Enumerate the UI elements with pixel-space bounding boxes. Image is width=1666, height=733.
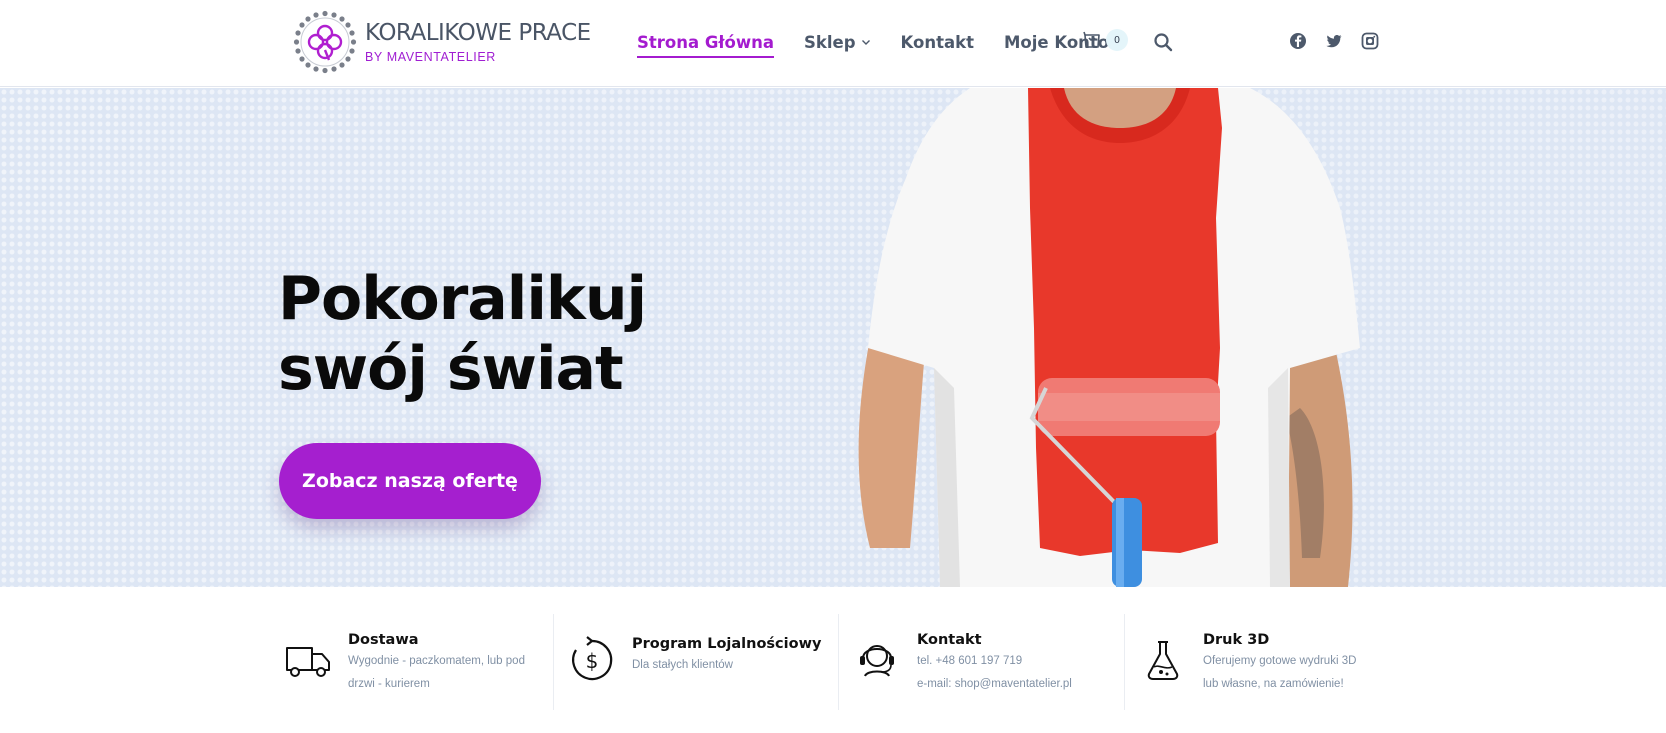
hero-banner: Pokoralikuj swój świat Zobacz naszą ofer…: [0, 88, 1666, 587]
cart-count-badge: 0: [1106, 29, 1128, 51]
search-icon[interactable]: [1153, 32, 1173, 52]
feature-desc-line: Wygodnie - paczkomatem, lub pod: [348, 655, 525, 667]
cart-button[interactable]: 0: [1082, 29, 1128, 51]
nav-item-shop[interactable]: Sklep: [804, 33, 871, 52]
twitter-icon[interactable]: [1325, 32, 1343, 50]
nav-item-contact[interactable]: Kontakt: [901, 33, 974, 52]
nav-label: Sklep: [804, 32, 856, 52]
logo-title: KORALIKOWE PRACE: [365, 20, 591, 46]
feature-desc-line: e-mail: shop@maventatelier.pl: [917, 678, 1072, 690]
see-offer-button[interactable]: Zobacz naszą ofertę: [279, 443, 541, 519]
feature-desc-line: Oferujemy gotowe wydruki 3D: [1203, 655, 1357, 667]
feature-title: Kontakt: [917, 632, 982, 648]
flask-icon: [1147, 641, 1179, 680]
feature-delivery: Dostawa Wygodnie - paczkomatem, lub pod …: [270, 614, 553, 710]
facebook-icon[interactable]: [1289, 32, 1307, 50]
main-nav: Strona Główna Sklep Kontakt Moje Konto: [637, 0, 1139, 84]
truck-icon: [286, 647, 330, 677]
nav-label: Strona Główna: [637, 32, 774, 52]
chevron-down-icon: [861, 40, 870, 45]
logo-beads-icon: [293, 10, 357, 74]
feature-desc-line: drzwi - kurierem: [348, 678, 430, 690]
nav-label: Kontakt: [900, 32, 974, 52]
hero-title-line-1: Pokoralikuj: [278, 264, 647, 334]
site-logo[interactable]: KORALIKOWE PRACE BY MAVENTATELIER: [293, 10, 591, 74]
nav-item-home[interactable]: Strona Główna: [637, 32, 774, 58]
instagram-icon[interactable]: [1361, 32, 1379, 50]
feature-title: Dostawa: [348, 632, 419, 648]
feature-desc-line: tel. +48 601 197 719: [917, 655, 1023, 667]
feature-contact: Kontakt tel. +48 601 197 719 e-mail: sho…: [838, 614, 1124, 710]
social-links: [1289, 32, 1397, 50]
hero-tshirt-image: [858, 88, 1360, 587]
cart-icon: [1083, 31, 1100, 48]
loyalty-dollar-icon: $: [572, 636, 613, 681]
feature-3d-print: Druk 3D Oferujemy gotowe wydruki 3D lub …: [1124, 614, 1374, 710]
feature-title: Druk 3D: [1203, 632, 1270, 648]
svg-text:$: $: [586, 649, 599, 673]
hero-title-line-2: swój świat: [278, 334, 624, 404]
site-header: KORALIKOWE PRACE BY MAVENTATELIER Strona…: [0, 0, 1666, 87]
hero-title: Pokoralikuj swój świat: [278, 264, 647, 404]
hero-overlay: [0, 88, 1666, 587]
feature-desc-line: Dla stałych klientów: [632, 659, 733, 671]
logo-subtitle: BY MAVENTATELIER: [365, 50, 496, 64]
feature-desc-line: lub własne, na zamówienie!: [1203, 678, 1344, 690]
feature-title: Program Lojalnościowy: [632, 636, 822, 652]
features-bar: Dostawa Wygodnie - paczkomatem, lub pod …: [270, 614, 1380, 710]
feature-loyalty: $ Program Lojalnościowy Dla stałych klie…: [553, 614, 838, 710]
headset-icon: [860, 645, 894, 677]
